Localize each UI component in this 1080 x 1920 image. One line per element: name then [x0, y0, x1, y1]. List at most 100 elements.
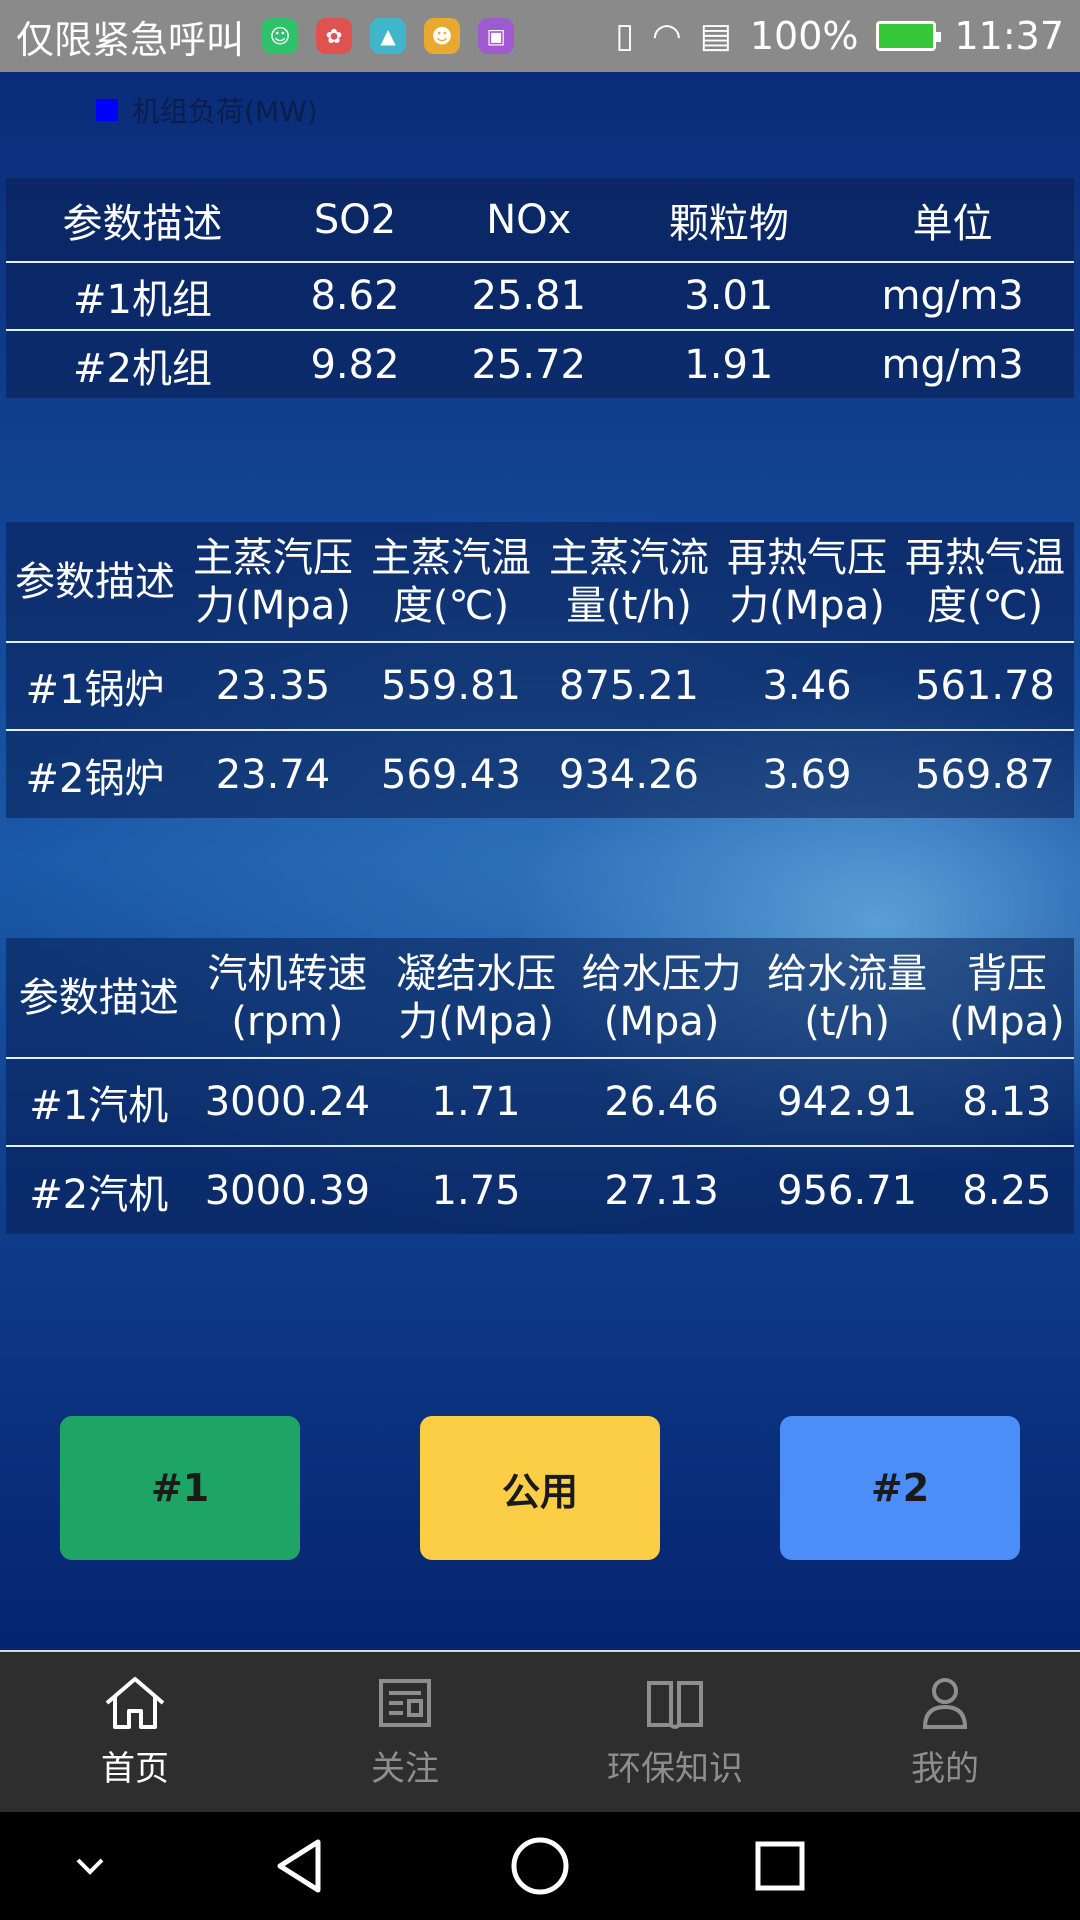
unit1-button[interactable]: #1: [60, 1416, 300, 1560]
column-header: 凝结水压 力(Mpa): [383, 938, 569, 1059]
column-header: 主蒸汽压 力(Mpa): [184, 522, 362, 643]
column-header: 给水压力 (Mpa): [568, 938, 755, 1059]
table-cell: 934.26: [559, 751, 699, 798]
tab-follow[interactable]: 关注: [270, 1652, 540, 1812]
notification-app-icon: ☺: [262, 18, 299, 54]
column-header: 参数描述: [6, 178, 280, 263]
system-nav-bar: [0, 1812, 1080, 1920]
tab-mine[interactable]: 我的: [810, 1652, 1080, 1812]
column-header: 汽机转速 (rpm): [191, 938, 384, 1059]
legend-swatch: [96, 99, 118, 121]
table-cell: 25.72: [471, 341, 586, 388]
column-header: 参数描述: [6, 522, 184, 643]
row-label: #2汽机: [29, 1171, 169, 1218]
table-cell: 559.81: [362, 642, 540, 731]
battery-percent: 100%: [749, 14, 859, 58]
table-cell: 1.75: [431, 1167, 521, 1214]
table-cell: mg/m3: [881, 341, 1024, 388]
tab-home[interactable]: 首页: [0, 1652, 270, 1812]
table-cell: 569.43: [381, 751, 521, 798]
table-row: #1锅炉 23.35 559.81 875.21 3.46 561.78: [6, 642, 1074, 731]
column-header: 单位: [831, 178, 1074, 263]
table-cell: 3000.24: [191, 1058, 384, 1147]
table-row: #1汽机 3000.24 1.71 26.46 942.91 8.13: [6, 1058, 1074, 1147]
chevron-down-icon[interactable]: [70, 1836, 110, 1900]
news-icon: [377, 1675, 433, 1731]
status-bar: 仅限紧急呼叫 ☺ ✿ ▲ ☻ ▣ ▯ ◠ ▤ 100% 11:37: [0, 0, 1080, 72]
home-icon: [103, 1675, 167, 1731]
table-cell: 561.78: [896, 642, 1074, 731]
column-header: NOx: [431, 178, 627, 263]
legend-label: 机组负荷(MW): [132, 95, 318, 128]
table-cell: 26.46: [568, 1058, 755, 1147]
table-cell: 3.46: [718, 642, 896, 731]
home-circle-icon[interactable]: [510, 1836, 570, 1900]
status-bar-right: ▯ ◠ ▤ 100% 11:37: [615, 14, 1064, 58]
unit2-button[interactable]: #2: [780, 1416, 1020, 1560]
table-cell: 23.74: [215, 751, 331, 798]
status-bar-left: 仅限紧急呼叫 ☺ ✿ ▲ ☻ ▣: [16, 9, 515, 64]
notification-app-icon: ☻: [424, 18, 461, 54]
table-cell: 942.91: [754, 1058, 940, 1147]
table-cell: 569.87: [915, 751, 1055, 798]
column-header: 参数描述: [6, 938, 192, 1059]
gallery-icon: ▣: [478, 18, 515, 54]
notification-app-icon: ✿: [316, 18, 353, 54]
tab-knowledge[interactable]: 环保知识: [540, 1652, 810, 1812]
table-cell: 8.62: [279, 262, 432, 331]
android-icon: ▲: [370, 18, 407, 54]
table-cell: 8.25: [962, 1167, 1052, 1214]
table-cell: 956.71: [777, 1167, 918, 1214]
table-row: #2锅炉 23.74 569.43 934.26 3.69 569.87: [6, 730, 1074, 818]
table-cell: 3000.39: [204, 1167, 371, 1214]
user-icon: [921, 1675, 969, 1731]
table-cell: 23.35: [184, 642, 362, 731]
book-icon: [645, 1675, 705, 1731]
row-label: #1机组: [6, 262, 280, 331]
column-header: SO2: [279, 178, 432, 263]
tab-label: 关注: [371, 1748, 439, 1789]
table-cell: 27.13: [604, 1167, 719, 1214]
table-row: #2汽机 3000.39 1.75 27.13 956.71 8.25: [6, 1146, 1074, 1234]
vibrate-icon: ▯: [615, 16, 635, 56]
column-header: 给水流量 (t/h): [754, 938, 940, 1059]
table-cell: 25.81: [431, 262, 627, 331]
table-cell: 8.13: [939, 1058, 1074, 1147]
table-cell: mg/m3: [831, 262, 1074, 331]
table-header-row: 参数描述 主蒸汽压 力(Mpa) 主蒸汽温 度(℃) 主蒸汽流 量(t/h) 再热气压…: [6, 522, 1074, 643]
table-cell: 3.01: [626, 262, 832, 331]
main-content[interactable]: 机组负荷(MW) 参数描述 SO2 NOx 颗粒物 单位 #1机组 8.62 2…: [0, 72, 1080, 1650]
table-cell: 9.82: [310, 341, 400, 388]
boiler-table: 参数描述 主蒸汽压 力(Mpa) 主蒸汽温 度(℃) 主蒸汽流 量(t/h) 再热气压…: [6, 522, 1074, 818]
row-label: #1汽机: [6, 1058, 192, 1147]
table-cell: 1.91: [684, 341, 774, 388]
table-cell: 875.21: [540, 642, 718, 731]
app-root: 仅限紧急呼叫 ☺ ✿ ▲ ☻ ▣ ▯ ◠ ▤ 100% 11:37 机组负荷(M…: [0, 0, 1080, 1920]
tab-label: 环保知识: [607, 1748, 743, 1789]
sim-icon: ▤: [699, 16, 732, 56]
recent-apps-icon[interactable]: [750, 1836, 810, 1900]
bottom-tab-bar: 首页 关注 环保知识 我的: [0, 1650, 1080, 1812]
common-button[interactable]: 公用: [420, 1416, 660, 1560]
back-icon[interactable]: [270, 1836, 330, 1900]
column-header: 背压 (Mpa): [939, 938, 1074, 1059]
emission-table: 参数描述 SO2 NOx 颗粒物 单位 #1机组 8.62 25.81 3.01…: [6, 178, 1074, 398]
tab-label: 我的: [911, 1748, 979, 1789]
row-label: #1锅炉: [6, 642, 184, 731]
tab-label: 首页: [101, 1748, 169, 1789]
table-header-row: 参数描述 SO2 NOx 颗粒物 单位: [6, 178, 1074, 263]
carrier-label: 仅限紧急呼叫: [16, 17, 245, 62]
chart-legend: 机组负荷(MW): [96, 90, 318, 130]
row-label: #2机组: [73, 345, 212, 392]
wifi-icon: ◠: [652, 16, 682, 56]
battery-icon: [876, 21, 942, 51]
table-row: #1机组 8.62 25.81 3.01 mg/m3: [6, 262, 1074, 331]
row-label: #2锅炉: [25, 755, 165, 802]
column-header: 再热气温 度(℃): [896, 522, 1074, 643]
column-header: 颗粒物: [626, 178, 832, 263]
column-header: 再热气压 力(Mpa): [718, 522, 896, 643]
column-header: 主蒸汽温 度(℃): [362, 522, 540, 643]
table-header-row: 参数描述 汽机转速 (rpm) 凝结水压 力(Mpa) 给水压力 (Mpa) 给水流量…: [6, 938, 1074, 1059]
column-header: 主蒸汽流 量(t/h): [540, 522, 718, 643]
turbine-table: 参数描述 汽机转速 (rpm) 凝结水压 力(Mpa) 给水压力 (Mpa) 给水流量…: [6, 938, 1074, 1234]
